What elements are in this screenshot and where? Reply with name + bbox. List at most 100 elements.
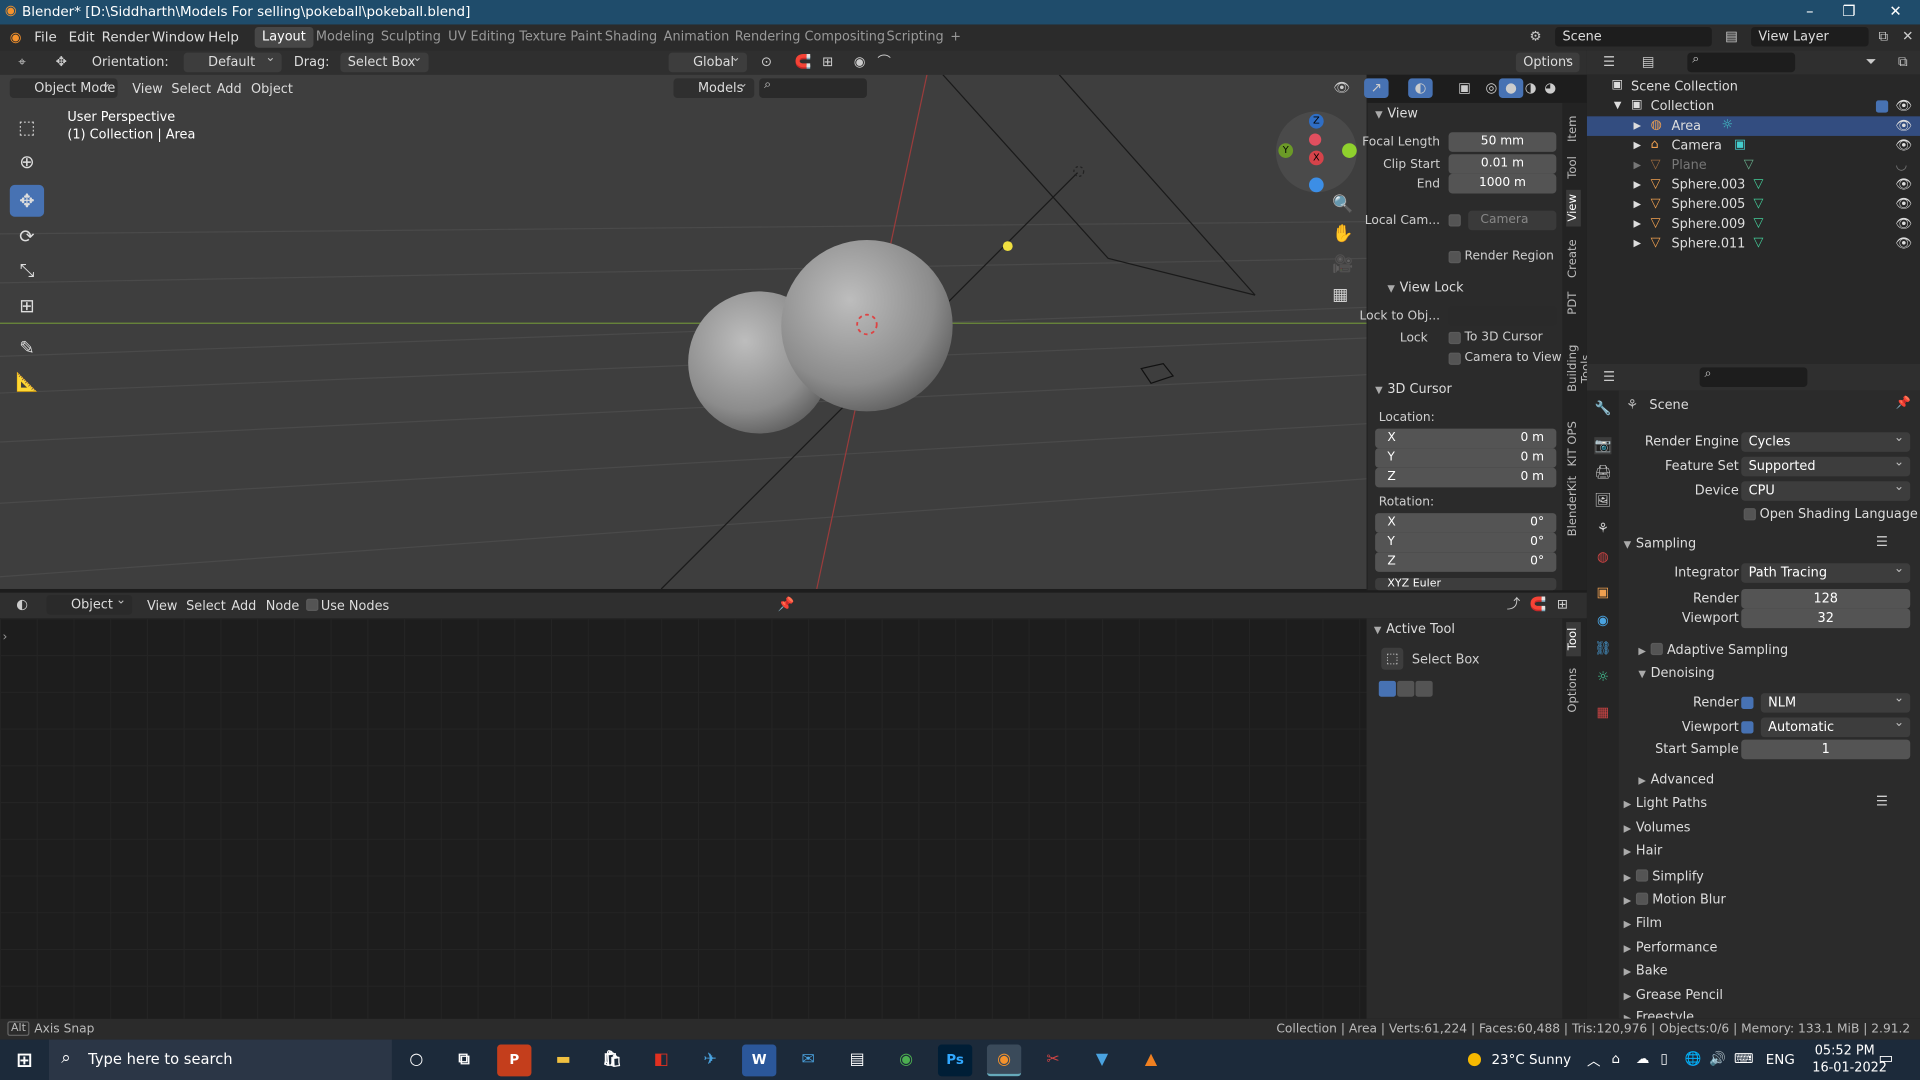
rendered-shading-icon[interactable]: ◕ — [1538, 78, 1562, 98]
powerpoint-icon[interactable]: P — [497, 1044, 532, 1077]
expand-triangle-icon[interactable]: ▶ — [1633, 179, 1641, 190]
sidebar-tab-create[interactable]: Create — [1566, 239, 1581, 278]
volumes-panel-header[interactable]: ▶ Volumes — [1624, 820, 1691, 835]
outliner-collection[interactable]: ▼ ▣ Collection 👁 — [1587, 97, 1920, 117]
adaptive-sampling-checkbox[interactable] — [1650, 642, 1663, 656]
presets-list-icon[interactable]: ☰ — [1876, 534, 1888, 550]
device-dropdown[interactable]: CPU — [1741, 478, 1911, 501]
outliner-scene-collection[interactable]: ▣ Scene Collection — [1587, 77, 1920, 97]
word-icon[interactable]: W — [742, 1044, 777, 1077]
collection-dropdown[interactable]: Models — [673, 78, 755, 98]
outliner-item-sphere-003[interactable]: ▶ ▽ Sphere.003 ▽ 👁 — [1587, 175, 1920, 195]
eye-icon[interactable]: 👁 — [1896, 196, 1913, 212]
vlc-icon[interactable]: ▲ — [1134, 1044, 1168, 1076]
snap-icon[interactable]: 🧲 — [1526, 595, 1550, 615]
clock-time[interactable]: 05:52 PM — [1815, 1043, 1875, 1058]
snap-target-icon[interactable]: ⊞ — [816, 53, 840, 73]
pin-icon[interactable]: 📌 — [774, 595, 798, 615]
simplify-panel-header[interactable]: ▶ Simplify — [1624, 868, 1704, 884]
menu-render[interactable]: Render — [102, 29, 150, 45]
simplify-checkbox[interactable] — [1635, 869, 1649, 882]
presets-list-icon[interactable]: ☰ — [1876, 793, 1888, 809]
data-tab-icon[interactable]: ☼ — [1594, 669, 1611, 686]
view-layer-field[interactable]: View Layer — [1751, 26, 1869, 47]
node-menu-select[interactable]: Select — [186, 599, 226, 614]
3d-viewport[interactable]: User Perspective (1) Collection | Area Z… — [0, 74, 1367, 589]
tab-texture-paint[interactable]: Texture Paint — [512, 27, 610, 48]
viewport-menu-select[interactable]: Select — [171, 82, 211, 97]
expand-triangle-icon[interactable]: ▶ — [1633, 120, 1641, 131]
tool-tab-icon[interactable]: 🔧 — [1594, 400, 1611, 417]
move-tool-icon[interactable]: ✥ — [9, 184, 45, 217]
bake-panel-header[interactable]: ▶ Bake — [1624, 964, 1668, 979]
local-camera-checkbox[interactable] — [1448, 214, 1461, 227]
gizmo-x-axis[interactable]: X — [1308, 150, 1324, 166]
use-nodes-checkbox[interactable] — [306, 598, 319, 612]
notifications-icon[interactable]: ▭ — [1878, 1049, 1893, 1067]
adaptive-sampling-panel-header[interactable]: ▶ Adaptive Sampling — [1638, 642, 1788, 658]
parent-node-tree-icon[interactable]: ⤴ — [1501, 595, 1525, 615]
cursor-location-y[interactable]: Y 0 m — [1375, 448, 1557, 468]
drag-dropdown[interactable]: Select Box — [340, 52, 429, 73]
weather-text[interactable]: 23°C Sunny — [1491, 1052, 1571, 1068]
blender-menu-icon[interactable]: ◉ — [10, 29, 22, 45]
remove-view-layer-icon[interactable]: ✕ — [1896, 27, 1920, 47]
shader-type-dropdown[interactable]: Object — [46, 595, 133, 615]
view-layer-icon[interactable]: ▤ — [1719, 27, 1743, 47]
outliner-item-sphere-011[interactable]: ▶ ▽ Sphere.011 ▽ 👁 — [1587, 234, 1920, 254]
tab-rendering[interactable]: Rendering — [727, 27, 807, 48]
snap-mode-icon[interactable]: ⊞ — [1550, 595, 1574, 615]
render-tab-icon[interactable]: 📷 — [1594, 437, 1612, 455]
denoise-viewport-checkbox[interactable] — [1741, 721, 1754, 734]
mode-set-icon[interactable] — [1378, 680, 1396, 697]
editor-type-icon[interactable]: ☰ — [1597, 367, 1621, 387]
snap-icon[interactable]: 🧲 — [791, 53, 815, 73]
texture-tab-icon[interactable]: ▦ — [1594, 704, 1611, 721]
rotation-mode-dropdown[interactable]: XYZ Euler — [1375, 577, 1557, 591]
outliner-item-area[interactable]: ▶ ◍ Area ☼ 👁 — [1586, 116, 1920, 136]
battery-icon[interactable]: ▯ — [1660, 1051, 1667, 1067]
integrator-dropdown[interactable]: Path Tracing — [1741, 560, 1911, 583]
light-paths-panel-header[interactable]: ▶ Light Paths — [1624, 796, 1707, 811]
cursor-location-x[interactable]: X 0 m — [1375, 428, 1557, 449]
tray-icon[interactable]: ⌂ — [1611, 1051, 1620, 1067]
proportional-edit-icon[interactable]: ◉ — [847, 53, 871, 73]
navigation-gizmo[interactable]: Z Y X — [1275, 111, 1357, 193]
sphere-object[interactable] — [781, 240, 953, 412]
motion-blur-checkbox[interactable] — [1635, 892, 1649, 905]
viewport-menu-view[interactable]: View — [132, 82, 163, 97]
keyboard-icon[interactable]: ⌨ — [1734, 1051, 1753, 1067]
blender-taskbar-icon[interactable]: ◉ — [986, 1044, 1022, 1077]
app-icon[interactable]: ✂ — [1036, 1044, 1070, 1076]
camera-to-view-checkbox[interactable] — [1448, 352, 1461, 365]
measure-tool-icon[interactable]: 📐 — [10, 366, 44, 398]
outliner-item-sphere-005[interactable]: ▶ ▽ Sphere.005 ▽ 👁 — [1587, 195, 1920, 215]
visibility-icon[interactable]: 👁 — [1330, 78, 1354, 98]
osl-checkbox[interactable] — [1743, 508, 1756, 521]
active-tool-section-header[interactable]: ▼ Active Tool — [1374, 622, 1455, 637]
motion-blur-panel-header[interactable]: ▶ Motion Blur — [1624, 891, 1726, 907]
viewport-samples-field[interactable]: 32 — [1741, 608, 1911, 629]
outliner-item-plane[interactable]: ▶ ▽ Plane ▽ ◡ — [1587, 156, 1920, 176]
display-mode-icon[interactable]: ▤ — [1636, 53, 1660, 73]
viewport-menu-add[interactable]: Add — [217, 82, 242, 97]
eye-icon[interactable]: 👁 — [1896, 216, 1913, 232]
cortana-icon[interactable]: ○ — [399, 1044, 433, 1076]
language-indicator[interactable]: ENG — [1766, 1052, 1795, 1068]
tray-expand-icon[interactable]: ︿ — [1587, 1051, 1600, 1071]
constraints-tab-icon[interactable]: ⛓ — [1594, 640, 1611, 657]
lock-to-3d-cursor-checkbox[interactable] — [1448, 331, 1461, 345]
lock-to-object-field[interactable] — [1448, 306, 1557, 326]
clip-start-field[interactable]: 0.01 m — [1448, 154, 1557, 174]
tab-animation[interactable]: Animation — [656, 27, 736, 48]
render-samples-field[interactable]: 128 — [1741, 588, 1911, 609]
windows-start-icon[interactable]: ⊞ — [7, 1044, 41, 1076]
view-layer-tab-icon[interactable]: 🖼 — [1594, 492, 1611, 509]
tab-shading[interactable]: Shading — [598, 27, 665, 48]
tab-uv-editing[interactable]: UV Editing — [441, 27, 523, 48]
sidebar-tab-view[interactable]: View — [1566, 189, 1581, 227]
falloff-icon[interactable]: ⌒ — [872, 53, 896, 73]
sidebar-tab-building-tools[interactable]: Building Tools — [1566, 331, 1593, 407]
clip-end-field[interactable]: 1000 m — [1448, 173, 1557, 194]
menu-file[interactable]: File — [34, 29, 57, 45]
